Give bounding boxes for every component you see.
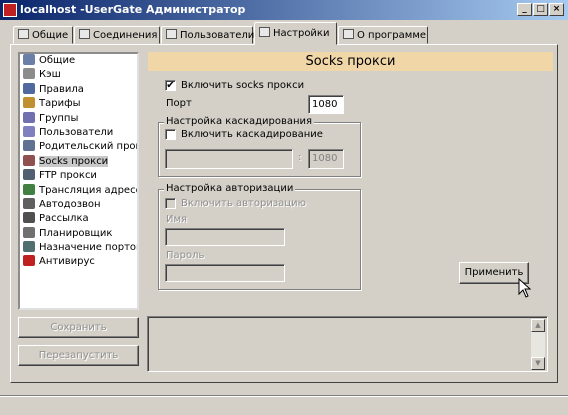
port-label: Порт <box>166 98 192 109</box>
cascade-port-input[interactable]: 1080 <box>308 149 344 169</box>
ports-icon <box>23 241 35 253</box>
connections-icon <box>79 29 90 39</box>
socks-icon <box>23 154 35 166</box>
password-label: Пароль <box>166 250 205 261</box>
port-input[interactable]: 1080 <box>308 95 344 114</box>
nav-item-groups[interactable]: Группы <box>20 111 137 126</box>
auth-group-title: Настройка авторизации <box>164 183 296 194</box>
nav-label: Кэш <box>39 69 61 81</box>
maximize-button[interactable]: □ <box>533 3 548 16</box>
nav-item-parent-proxy[interactable]: Родительский прокси <box>20 140 137 154</box>
nav-label: Socks прокси <box>39 155 109 167</box>
save-button[interactable]: Сохранить <box>18 317 139 338</box>
nav-label: Пользователи <box>39 126 114 138</box>
app-icon <box>3 3 17 17</box>
antivirus-icon <box>23 255 35 267</box>
users-icon <box>23 125 35 137</box>
settings-icon <box>259 27 270 37</box>
nav-label: Рассылка <box>39 213 89 225</box>
nav-label: Автодозвон <box>39 198 101 210</box>
enable-cascade-checkbox[interactable] <box>165 129 176 140</box>
status-bar <box>0 395 568 415</box>
scheduler-icon <box>23 226 35 238</box>
tab-label: Соединения <box>93 30 158 41</box>
enable-auth-checkbox[interactable] <box>165 198 176 209</box>
autodial-icon <box>23 197 35 209</box>
tab-connections[interactable]: Соединения <box>74 26 160 44</box>
enable-socks-label: Включить socks прокси <box>181 80 305 91</box>
tab-label: Настройки <box>273 28 330 39</box>
groups-icon <box>23 111 35 123</box>
tab-users[interactable]: Пользователи <box>161 26 255 44</box>
nat-icon <box>23 183 35 195</box>
tab-settings[interactable]: Настройки <box>254 22 337 45</box>
nav-item-cache[interactable]: Кэш <box>20 68 137 82</box>
settings-nav-list[interactable]: Общие Кэш Правила Тарифы Группы Пользова… <box>18 52 139 310</box>
users-icon <box>166 29 177 39</box>
cascade-host-input[interactable] <box>165 149 293 169</box>
password-input[interactable] <box>165 264 285 282</box>
nav-label: Антивирус <box>39 256 95 268</box>
enable-socks-checkbox[interactable]: ✔ <box>165 80 176 91</box>
general-icon <box>18 29 29 39</box>
nav-label: Группы <box>39 112 79 124</box>
nav-item-port-mapping[interactable]: Назначение портов <box>20 241 137 255</box>
tab-general[interactable]: Общие <box>13 26 73 44</box>
nav-item-tariffs[interactable]: Тарифы <box>20 97 137 111</box>
close-button[interactable]: × <box>549 3 564 16</box>
nav-label: Родительский прокси <box>39 141 137 153</box>
nav-item-scheduler[interactable]: Планировщик <box>20 226 137 241</box>
scroll-down-icon[interactable]: ▼ <box>531 357 545 370</box>
tab-label: О программе <box>357 30 427 41</box>
enable-cascade-label: Включить каскадирование <box>181 129 323 140</box>
nav-label: Правила <box>39 83 84 95</box>
tab-label: Пользователи <box>180 30 255 41</box>
host-port-separator: : <box>298 152 302 163</box>
nav-item-rules[interactable]: Правила <box>20 82 137 97</box>
mailing-icon <box>23 212 35 224</box>
title-bar[interactable]: localhost -UserGate Администратор _ □ × <box>0 0 568 20</box>
tab-about[interactable]: О программе <box>338 26 428 44</box>
enable-auth-label: Включить авторизацию <box>181 198 306 209</box>
name-label: Имя <box>166 214 188 225</box>
about-icon <box>343 29 354 39</box>
settings-icon <box>23 54 35 65</box>
log-scrollbar[interactable]: ▲ ▼ <box>531 319 545 370</box>
nav-item-nat[interactable]: Трансляция адресов <box>20 183 139 198</box>
nav-label: Общие <box>39 55 76 66</box>
cache-icon <box>23 68 35 80</box>
minimize-button[interactable]: _ <box>517 3 532 16</box>
tariffs-icon <box>23 97 35 109</box>
restart-button[interactable]: Перезапустить <box>18 345 139 366</box>
nav-label: Назначение портов <box>39 242 139 254</box>
section-header: Socks прокси <box>148 52 553 71</box>
nav-item-users[interactable]: Пользователи <box>20 125 137 140</box>
scroll-up-icon[interactable]: ▲ <box>531 319 545 332</box>
nav-item-antivirus[interactable]: Антивирус <box>20 255 137 269</box>
nav-item-socks-proxy[interactable]: Socks прокси <box>20 154 137 169</box>
nav-label: FTP прокси <box>39 170 97 182</box>
nav-item-autodial[interactable]: Автодозвон <box>20 197 137 212</box>
nav-label: Трансляция адресов <box>39 184 139 196</box>
tab-label: Общие <box>32 30 69 41</box>
mouse-cursor-icon <box>518 278 532 298</box>
nav-item-ftp-proxy[interactable]: FTP прокси <box>20 169 137 183</box>
cascade-group-title: Настройка каскадирования <box>164 116 315 127</box>
log-area[interactable]: ▲ ▼ <box>147 316 548 372</box>
ftp-icon <box>23 169 35 181</box>
nav-label: Тарифы <box>39 98 81 110</box>
nav-item-mailing[interactable]: Рассылка <box>20 212 137 226</box>
nav-item-general[interactable]: Общие <box>20 54 137 68</box>
name-input[interactable] <box>165 228 285 246</box>
parent-proxy-icon <box>23 140 35 152</box>
nav-label: Планировщик <box>39 227 113 239</box>
rules-icon <box>23 82 35 94</box>
window-title: localhost -UserGate Администратор <box>20 3 246 16</box>
